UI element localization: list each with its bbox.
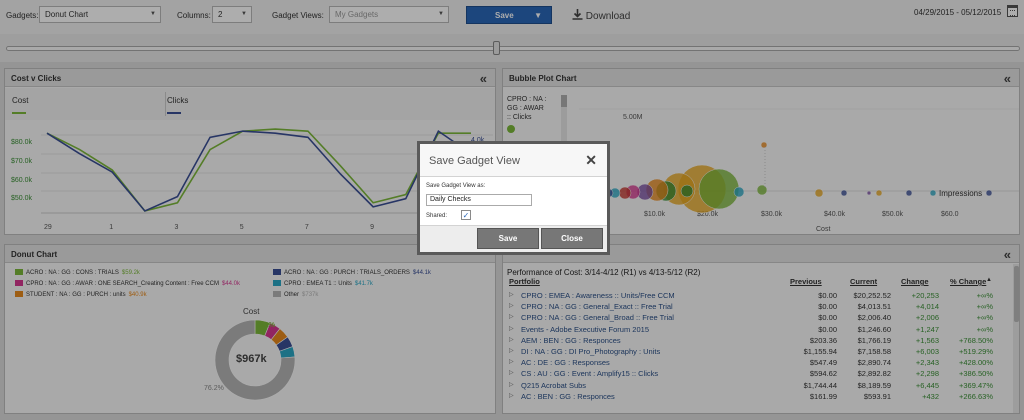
view-name-input[interactable]: Daily Checks (426, 194, 532, 206)
field-label: Save Gadget View as: (426, 183, 486, 189)
dialog-header: Save Gadget View ✕ (420, 144, 607, 177)
dialog-save-button[interactable]: Save (477, 228, 539, 249)
shared-label: Shared: (426, 213, 448, 219)
dialog-body: Save Gadget View ✕ Save Gadget View as: … (420, 144, 607, 252)
dialog-footer: Save Close (420, 225, 607, 252)
close-icon[interactable]: ✕ (585, 152, 597, 169)
dialog-title: Save Gadget View (429, 155, 520, 167)
dialog-close-button[interactable]: Close (541, 228, 603, 249)
shared-checkbox[interactable]: ✓ (461, 210, 471, 220)
save-gadget-view-dialog: Save Gadget View ✕ Save Gadget View as: … (417, 141, 610, 255)
